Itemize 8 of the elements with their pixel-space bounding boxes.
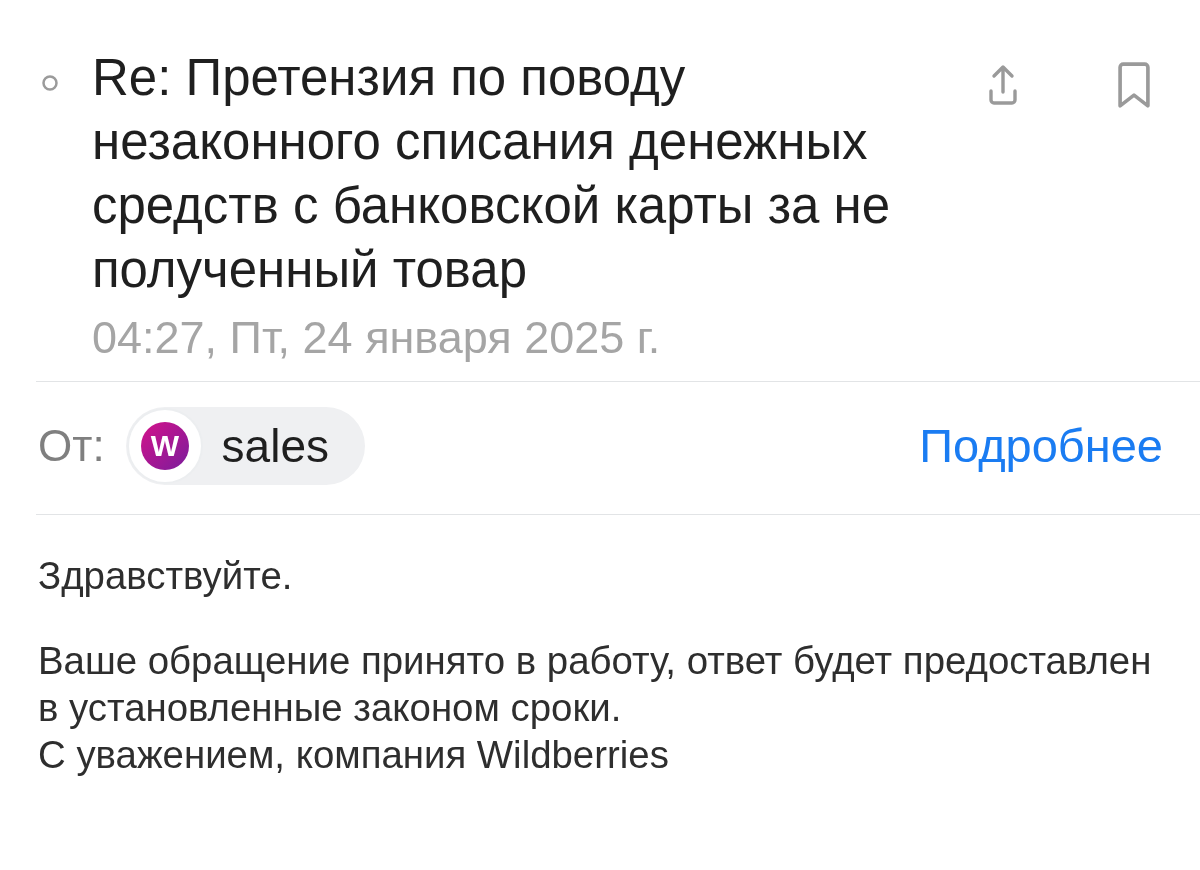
- message-date: 04:27, Пт, 24 января 2025 г.: [92, 315, 662, 361]
- message-subject: Re: Претензия по поводу незаконного списания денежных средств с банковской карты за не полученный товар: [92, 48, 892, 300]
- body-text: Здравствуйте.: [38, 553, 294, 599]
- from-label: От:: [38, 420, 105, 472]
- body-text: Ваше обращение принято в работу, ответ будет предоставлен в установленные законом сроки.: [38, 638, 1153, 731]
- sender-chip[interactable]: W sales: [125, 407, 365, 485]
- details-link[interactable]: Подробнее: [919, 410, 1163, 482]
- body-text: С уважением, компания Wildberries: [38, 732, 670, 778]
